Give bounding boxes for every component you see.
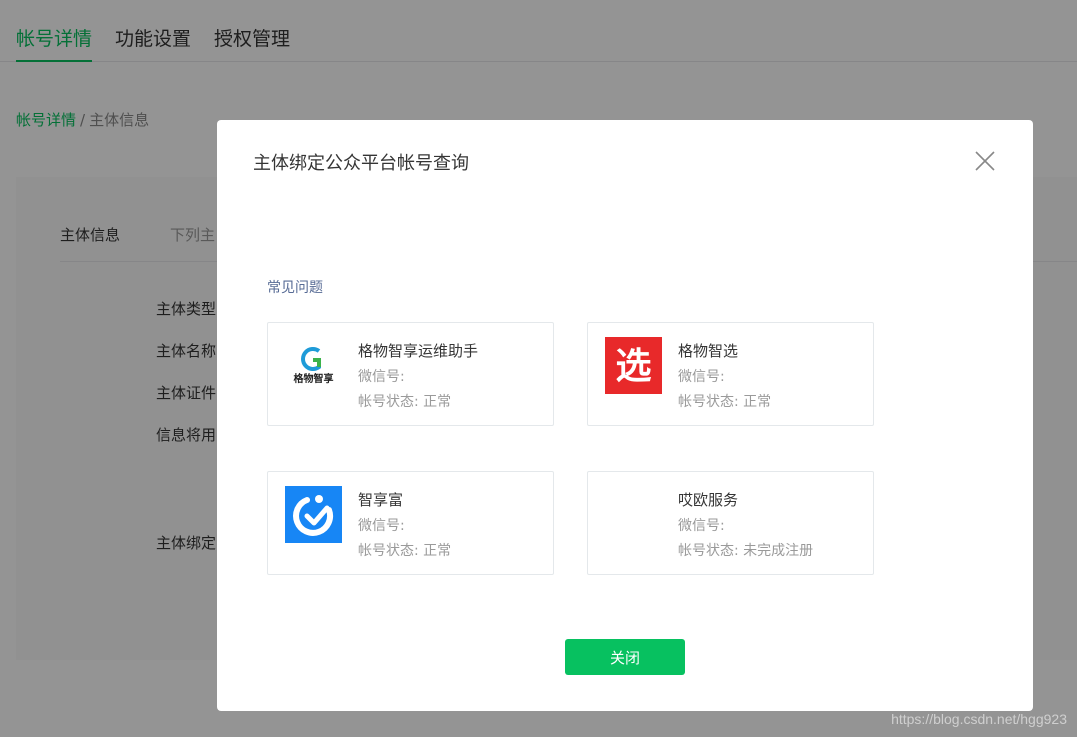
faq-link[interactable]: 常见问题 — [267, 277, 323, 297]
account-wechat-id: 微信号: — [678, 369, 725, 385]
account-status: 帐号状态: 正常 — [678, 394, 772, 410]
watermark: https://blog.csdn.net/hgg923 — [891, 711, 1067, 727]
close-button[interactable]: 关闭 — [565, 639, 685, 675]
circular-arrow-icon — [285, 486, 342, 543]
account-query-dialog: 主体绑定公众平台帐号查询 常见问题 格物智享 格物智享运维助手 微信号: 帐号状… — [217, 120, 1033, 711]
account-card[interactable]: 选 格物智选 微信号: 帐号状态: 正常 — [587, 322, 874, 426]
xuan-character-icon: 选 — [605, 337, 662, 394]
account-wechat-id: 微信号: — [678, 518, 725, 534]
account-name: 智享富 — [358, 491, 404, 509]
account-name: 格物智享运维助手 — [358, 342, 479, 360]
account-wechat-id: 微信号: — [358, 518, 405, 534]
account-wechat-id: 微信号: — [358, 369, 405, 385]
account-status: 帐号状态: 未完成注册 — [678, 543, 814, 559]
account-logo: 选 — [605, 337, 662, 394]
account-name: 哎欧服务 — [678, 491, 739, 509]
account-card[interactable]: 哎欧服务 微信号: 帐号状态: 未完成注册 — [587, 471, 874, 575]
g-letter-icon: 格物智享 — [285, 337, 342, 394]
account-card[interactable]: 格物智享 格物智享运维助手 微信号: 帐号状态: 正常 — [267, 322, 554, 426]
account-status: 帐号状态: 正常 — [358, 394, 452, 410]
account-card[interactable]: 智享富 微信号: 帐号状态: 正常 — [267, 471, 554, 575]
account-logo — [285, 486, 342, 543]
logo-text: 选 — [615, 346, 651, 387]
account-status: 帐号状态: 正常 — [358, 543, 452, 559]
account-name: 格物智选 — [678, 342, 739, 360]
account-logo: 格物智享 — [285, 337, 342, 394]
dialog-title: 主体绑定公众平台帐号查询 — [253, 153, 469, 174]
logo-text: 格物智享 — [294, 372, 334, 385]
close-icon[interactable] — [973, 149, 997, 173]
